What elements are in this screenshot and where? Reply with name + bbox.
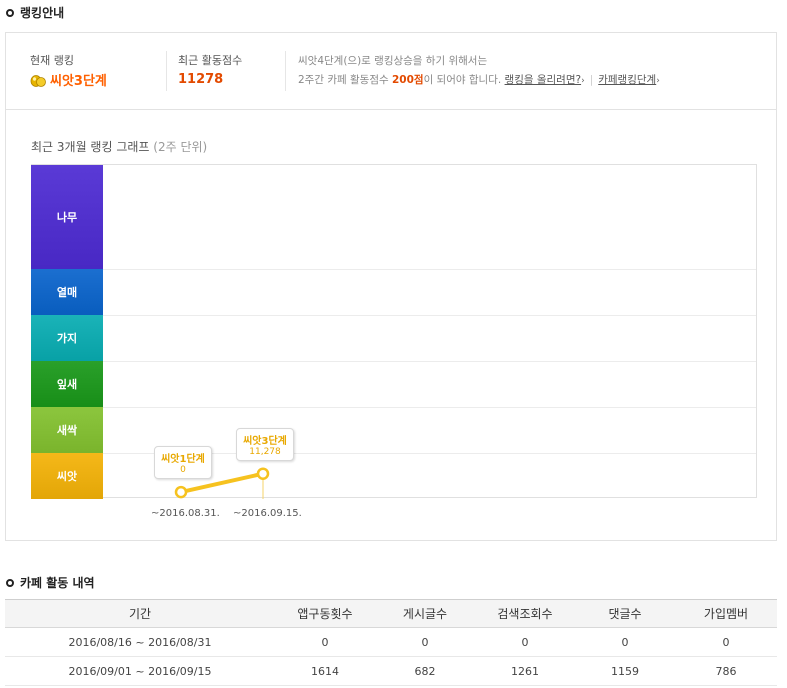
circle-bullet-icon [6, 8, 14, 17]
rank-stage-label: 가지 [31, 315, 103, 361]
table-cell: 682 [375, 656, 475, 686]
activity-section-title-text: 카페 활동 내역 [20, 576, 95, 590]
tooltip-rank: 씨앗3단계 [243, 435, 287, 447]
graph-unit: (2주 단위) [153, 140, 208, 154]
ranking-section-title-text: 랭킹안내 [20, 6, 65, 20]
grid-line [103, 269, 756, 270]
data-point[interactable] [256, 467, 270, 480]
table-cell: 1159 [575, 656, 675, 686]
grid-line [103, 315, 756, 316]
rank-stage-label: 잎새 [31, 361, 103, 407]
tooltip-score: 0 [180, 465, 186, 476]
table-cell: 2016/09/01 ~ 2016/09/15 [5, 656, 275, 686]
activity-table: 기간 앱구동횟수 게시글수 검색조회수 댓글수 가입멤버 2016/08/16 … [5, 599, 777, 686]
column-header: 댓글수 [575, 599, 675, 628]
rank-stage-label: 나무 [31, 165, 103, 269]
recent-score-label: 최근 활동점수 [178, 54, 243, 67]
ranking-graph-box: 최근 3개월 랭킹 그래프 (2주 단위) 씨앗 새싹 잎새 가지 열매 나무씨앗1단계 0… [5, 110, 777, 541]
rank-stage-label: 열매 [31, 269, 103, 315]
table-cell: 786 [675, 656, 777, 686]
ranking-chart: 씨앗 새싹 잎새 가지 열매 나무씨앗1단계 0 ~2016.08.31. 씨앗3단계 11,27… [31, 164, 757, 519]
divider [166, 51, 167, 91]
current-rank-value: 씨앗3단계 [30, 70, 107, 89]
message-suffix: 이 되어야 합니다. [423, 74, 502, 86]
tooltip-score: 11,278 [249, 446, 281, 457]
activity-section-title: 카페 활동 내역 [6, 574, 95, 591]
table-cell: 0 [275, 627, 375, 657]
rank-up-message: 씨앗4단계(으)로 랭킹상승을 하기 위해서는 2주간 카페 활동점수 200점… [298, 52, 660, 91]
graph-title: 최근 3개월 랭킹 그래프 (2주 단위) [31, 138, 207, 155]
ranking-section-title: 랭킹안내 [6, 4, 64, 21]
ranking-line-svg [174, 467, 270, 499]
recent-score-value: 11278 [178, 72, 224, 87]
table-row: 2016/09/01 ~ 2016/09/15 1614 682 1261 11… [5, 656, 777, 686]
table-cell: 0 [475, 627, 575, 657]
required-points: 200점 [391, 74, 424, 86]
data-point-tooltip: 씨앗1단계 0 [154, 446, 212, 480]
x-tick-label: ~2016.08.31. [151, 508, 220, 519]
table-cell: 1614 [275, 656, 375, 686]
table-cell: 0 [375, 627, 475, 657]
rank-stage-label: 새싹 [31, 407, 103, 453]
current-rank-label: 현재 랭킹 [30, 54, 74, 67]
current-rank-column: 현재 랭킹 씨앗3단계 [30, 33, 160, 109]
message-prefix: 2주간 카페 활동점수 [298, 74, 392, 86]
column-header: 게시글수 [375, 599, 475, 628]
column-header: 가입멤버 [675, 599, 777, 628]
table-cell: 0 [575, 627, 675, 657]
raise-rank-link[interactable]: 랭킹을 올리려면? [505, 74, 582, 86]
x-tick-label: ~2016.09.15. [233, 508, 302, 519]
tooltip-rank: 씨앗1단계 [161, 454, 205, 466]
column-header: 기간 [5, 599, 275, 628]
divider [285, 51, 286, 91]
data-point[interactable] [174, 485, 188, 499]
table-cell: 0 [675, 627, 777, 657]
circle-bullet-icon [6, 578, 14, 587]
column-header: 검색조회수 [475, 599, 575, 628]
grid-line [103, 407, 756, 408]
table-row: 2016/08/16 ~ 2016/08/31 0 0 0 0 0 [5, 627, 777, 657]
graph-title-text: 최근 3개월 랭킹 그래프 [31, 140, 150, 154]
rank-stage-label: 씨앗 [31, 453, 103, 499]
seed-rank-icon [30, 74, 46, 87]
data-point-tooltip: 씨앗3단계 11,278 [236, 427, 294, 461]
chevron-right-icon: › [581, 76, 585, 86]
table-cell: 1261 [475, 656, 575, 686]
ranking-info-box: 현재 랭킹 씨앗3단계 최근 활동점수 11278 씨앗4단계(으)로 랭킹상승… [5, 32, 777, 110]
table-cell: 2016/08/16 ~ 2016/08/31 [5, 627, 275, 657]
current-rank-text: 씨앗3단계 [50, 74, 107, 89]
link-separator: | [589, 74, 594, 86]
table-header-row: 기간 앱구동횟수 게시글수 검색조회수 댓글수 가입멤버 [5, 599, 777, 628]
rank-up-message-line1: 씨앗4단계(으)로 랭킹상승을 하기 위해서는 [298, 55, 488, 67]
grid-line [103, 361, 756, 362]
recent-score-column: 최근 활동점수 11278 [178, 33, 278, 109]
column-header: 앱구동횟수 [275, 599, 375, 628]
cafe-rank-link[interactable]: 카페랭킹단계 [598, 74, 656, 86]
chevron-right-icon: › [656, 76, 660, 86]
rank-up-message-line2: 2주간 카페 활동점수 200점이 되어야 합니다. 랭킹을 올리려면?› | 카페… [298, 71, 660, 91]
